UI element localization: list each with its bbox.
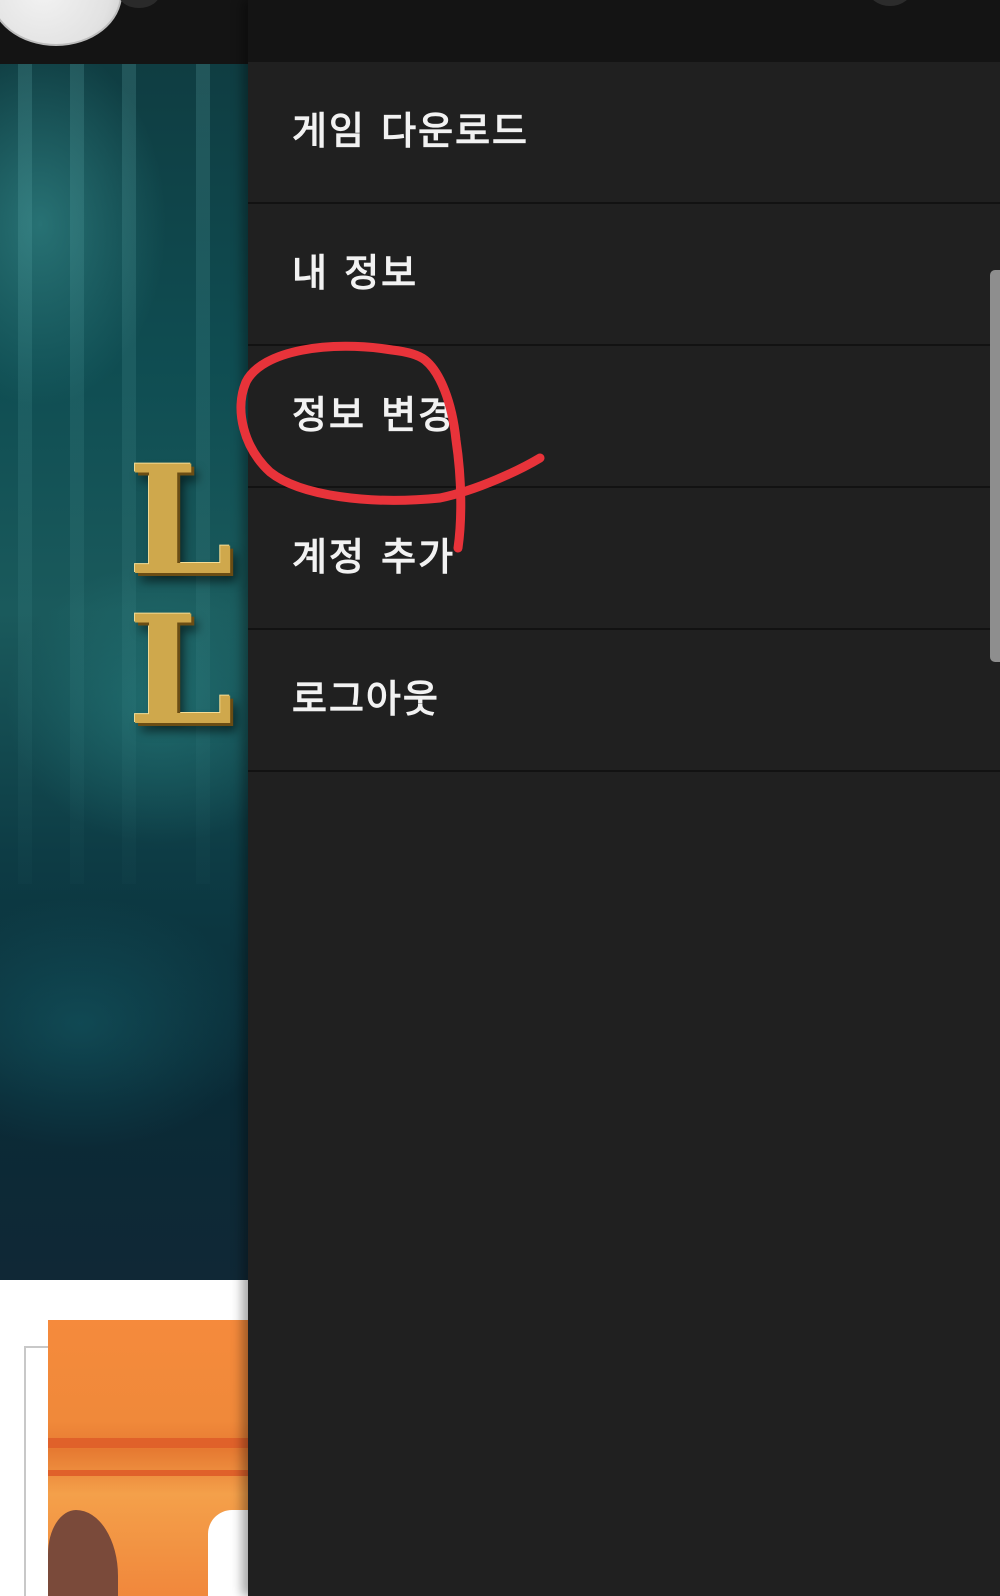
hero-light-streak [70, 64, 84, 884]
close-icon[interactable] [868, 0, 912, 6]
hero-banner[interactable]: L L [0, 64, 248, 1280]
game-logo-line-1: L [128, 433, 234, 609]
promo-stripe [48, 1438, 258, 1448]
menu-item-label: 게임 다운로드 [292, 109, 529, 153]
background-top-bar [0, 0, 248, 64]
menu-item-label: 정보 변경 [292, 393, 456, 437]
promo-character-image [48, 1510, 118, 1596]
drawer-header [248, 0, 1000, 62]
hero-light-streak [18, 64, 32, 884]
navigation-drawer: 게임 다운로드 내 정보 정보 변경 계정 추가 로그아웃 [248, 0, 1000, 1596]
menu-item-label: 로그아웃 [292, 677, 440, 721]
menu-item-label: 계정 추가 [292, 535, 456, 579]
drawer-menu-list: 게임 다운로드 내 정보 정보 변경 계정 추가 로그아웃 [248, 62, 1000, 772]
screen: L L 게임 다운로드 내 정보 정보 변경 계정 추가 로그아웃 [0, 0, 1000, 1596]
promo-stripe [48, 1470, 258, 1476]
menu-item-my-info[interactable]: 내 정보 [248, 204, 1000, 346]
menu-item-edit-info[interactable]: 정보 변경 [248, 346, 1000, 488]
menu-item-label: 내 정보 [292, 251, 419, 295]
menu-item-logout[interactable]: 로그아웃 [248, 630, 1000, 772]
menu-item-game-download[interactable]: 게임 다운로드 [248, 62, 1000, 204]
game-logo: L L [128, 446, 248, 746]
game-logo-line-2: L [128, 583, 234, 759]
promo-card[interactable] [48, 1320, 258, 1596]
avatar[interactable] [0, 0, 122, 46]
menu-item-add-account[interactable]: 계정 추가 [248, 488, 1000, 630]
notification-dot-icon [118, 0, 160, 8]
scroll-indicator[interactable] [990, 270, 1000, 662]
